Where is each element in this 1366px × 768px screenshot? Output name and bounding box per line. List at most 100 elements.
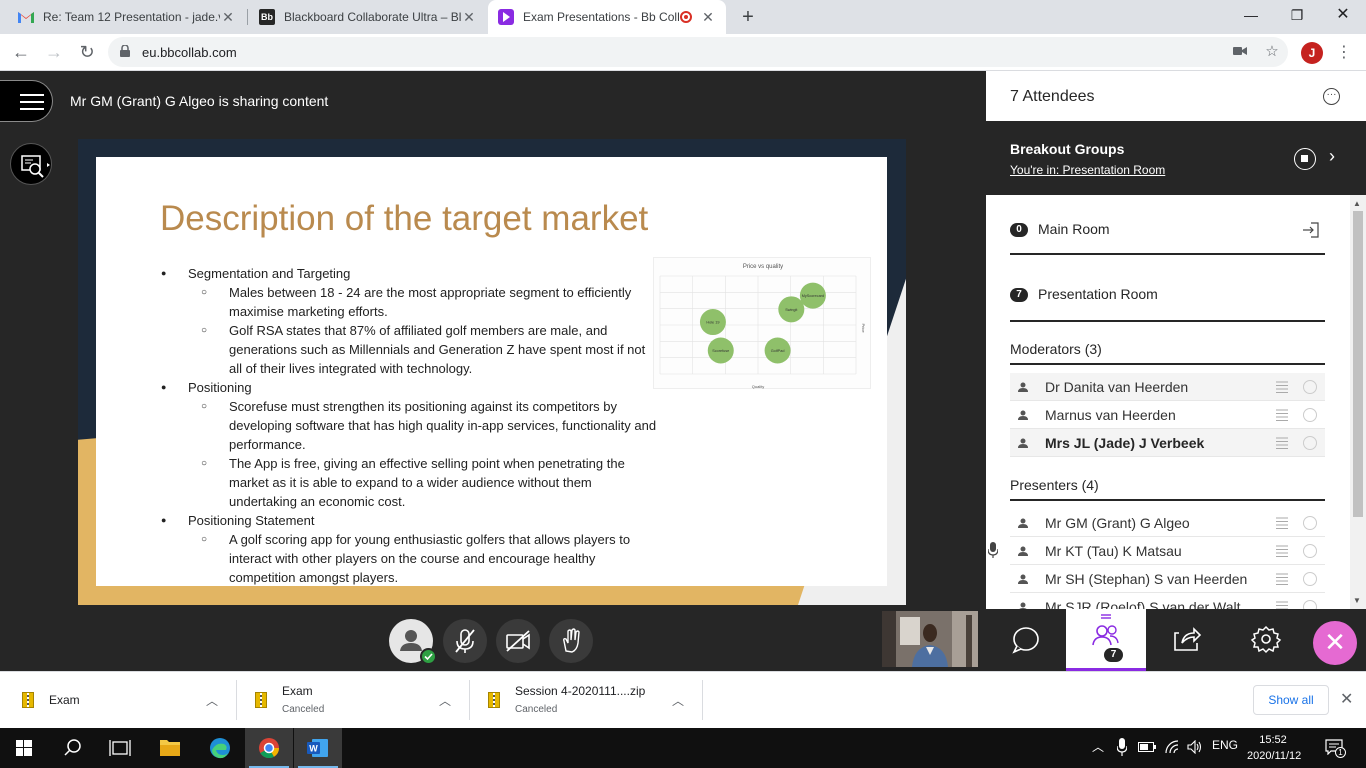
scroll-down-icon[interactable]: ▼ <box>1353 596 1361 605</box>
attendee-row[interactable]: Mrs JL (Jade) J Verbeek <box>1010 429 1325 457</box>
attendee-name: Mr GM (Grant) G Algeo <box>1045 515 1190 531</box>
minimize-button[interactable]: — <box>1228 0 1274 30</box>
attendees-tab[interactable]: 7 <box>1066 609 1146 671</box>
bookmark-star-icon[interactable]: ☆ <box>1262 42 1282 62</box>
address-bar[interactable]: eu.bbcollab.com ☆ <box>108 37 1288 67</box>
attendee-options-icon[interactable] <box>1303 516 1317 530</box>
start-button[interactable] <box>0 728 48 768</box>
search-button[interactable] <box>48 728 96 768</box>
chrome-menu-icon[interactable]: ⋮ <box>1334 41 1354 65</box>
show-all-downloads-button[interactable]: Show all <box>1253 685 1329 715</box>
zoom-content-button[interactable] <box>10 143 52 185</box>
scroll-thumb[interactable] <box>1353 211 1363 517</box>
chevron-up-icon[interactable]: ︿ <box>439 692 451 709</box>
attendee-row[interactable]: Mr KT (Tau) K Matsau <box>988 537 1325 565</box>
list-icon[interactable] <box>1276 409 1288 421</box>
lock-icon[interactable] <box>120 45 130 57</box>
camera-toggle-button[interactable] <box>496 619 540 663</box>
chart-point-label: Hole 19 <box>706 321 719 325</box>
attendee-list[interactable]: 0 Main Room 7 Presentation Room Moderato… <box>986 195 1350 609</box>
chevron-up-icon[interactable]: ︿ <box>206 692 218 709</box>
attendee-options-icon[interactable] <box>1303 380 1317 394</box>
attendee-row[interactable]: Mr SJR (Roelof) S van der Walt <box>1010 593 1325 609</box>
attendee-options-icon[interactable] <box>1303 408 1317 422</box>
attendee-row[interactable]: Marnus van Heerden <box>1010 401 1325 429</box>
task-view-button[interactable] <box>96 728 144 768</box>
taskbar-file-explorer[interactable] <box>146 728 194 768</box>
more-options-icon[interactable]: ··· <box>1323 88 1340 105</box>
list-icon[interactable] <box>1276 437 1288 449</box>
forward-button[interactable]: → <box>42 40 66 64</box>
attendee-options-icon[interactable] <box>1303 600 1317 609</box>
profile-avatar[interactable]: J <box>1301 42 1323 64</box>
download-item[interactable]: Session 4-2020111....zip Canceled ︿ <box>470 680 703 720</box>
taskbar-chrome[interactable] <box>245 728 293 768</box>
session-menu-button[interactable] <box>0 80 53 122</box>
reload-button[interactable]: ↻ <box>75 40 99 64</box>
room-main[interactable]: 0 Main Room <box>1010 209 1325 255</box>
gmail-icon <box>18 9 34 25</box>
room-presentation[interactable]: 7 Presentation Room <box>1010 274 1325 322</box>
wifi-icon[interactable] <box>1164 740 1180 754</box>
tab-blackboard[interactable]: Bb Blackboard Collaborate Ultra – Bl ✕ <box>249 0 487 34</box>
list-icon[interactable] <box>1276 545 1288 557</box>
attendee-options-icon[interactable] <box>1303 544 1317 558</box>
restore-button[interactable]: ❐ <box>1274 0 1320 30</box>
battery-icon[interactable] <box>1138 742 1156 752</box>
attendee-row[interactable]: Dr Danita van Heerden <box>1010 373 1325 401</box>
new-tab-button[interactable]: + <box>738 6 758 28</box>
scroll-up-icon[interactable]: ▲ <box>1353 199 1361 208</box>
attendee-list-scrollbar[interactable]: ▲ ▼ <box>1350 195 1366 609</box>
chevron-right-icon[interactable]: › <box>1329 146 1335 167</box>
volume-icon[interactable] <box>1187 740 1203 754</box>
share-content-tab[interactable] <box>1146 609 1226 671</box>
settings-tab[interactable] <box>1226 609 1306 671</box>
close-icon[interactable]: ✕ <box>220 9 236 26</box>
join-room-icon[interactable] <box>1302 222 1320 238</box>
windows-taskbar: W ︿ ENG 15:52 2020/11/12 1 <box>0 728 1366 768</box>
slide-sub-bullet: Males between 18 - 24 are the most appro… <box>158 283 658 321</box>
raise-hand-button[interactable] <box>549 619 593 663</box>
list-icon[interactable] <box>1276 601 1288 609</box>
attendee-options-icon[interactable] <box>1303 436 1317 450</box>
chat-tab[interactable] <box>986 609 1066 671</box>
show-hidden-icons[interactable]: ︿ <box>1092 738 1104 755</box>
close-downloads-icon[interactable]: ✕ <box>1340 689 1353 709</box>
chrome-icon <box>259 738 280 759</box>
window-close-button[interactable]: ✕ <box>1320 0 1366 30</box>
input-language[interactable]: ENG <box>1212 738 1238 752</box>
taskbar-word[interactable]: W <box>294 728 342 768</box>
tab-gmail[interactable]: Re: Team 12 Presentation - jade.v ✕ <box>8 0 246 34</box>
list-icon[interactable] <box>1276 381 1288 393</box>
attendee-row[interactable]: Mr GM (Grant) G Algeo <box>1010 509 1325 537</box>
breakout-current-room-link[interactable]: You're in: Presentation Room <box>1010 163 1165 177</box>
tab-exam-presentations[interactable]: Exam Presentations - Bb Coll ✕ <box>488 0 726 34</box>
chevron-up-icon[interactable]: ︿ <box>672 692 684 709</box>
close-icon[interactable]: ✕ <box>700 9 716 26</box>
back-button[interactable]: ← <box>9 40 33 64</box>
attendee-row[interactable]: Mr SH (Stephan) S van Heerden <box>1010 565 1325 593</box>
microphone-toggle-button[interactable] <box>443 619 487 663</box>
camera-off-icon <box>506 630 530 652</box>
chart-title: Price vs quality <box>743 264 783 270</box>
close-panel-button[interactable]: ✕ <box>1313 621 1357 665</box>
word-icon: W <box>307 739 328 757</box>
camera-in-use-icon[interactable] <box>1230 42 1250 62</box>
download-item[interactable]: Exam Canceled ︿ <box>237 680 470 720</box>
collaborate-panel: 7 Attendees ··· Breakout Groups You're i… <box>986 71 1366 671</box>
presentation-slide: Description of the target market Segment… <box>96 157 887 586</box>
microphone-tray-icon[interactable] <box>1117 738 1127 756</box>
slide-bullet: Positioning <box>158 378 658 397</box>
close-icon[interactable]: ✕ <box>461 9 477 26</box>
taskbar-edge[interactable] <box>196 728 244 768</box>
self-video-preview[interactable] <box>882 611 978 667</box>
attendee-options-icon[interactable] <box>1303 572 1317 586</box>
download-item[interactable]: Exam ︿ <box>0 680 237 720</box>
microphone-active-icon <box>988 542 998 558</box>
url-text[interactable]: eu.bbcollab.com <box>142 45 237 60</box>
stop-breakout-icon[interactable] <box>1294 148 1316 170</box>
notification-center-icon[interactable]: 1 <box>1325 739 1346 758</box>
system-clock[interactable]: 15:52 2020/11/12 <box>1247 732 1301 764</box>
list-icon[interactable] <box>1276 517 1288 529</box>
list-icon[interactable] <box>1276 573 1288 585</box>
